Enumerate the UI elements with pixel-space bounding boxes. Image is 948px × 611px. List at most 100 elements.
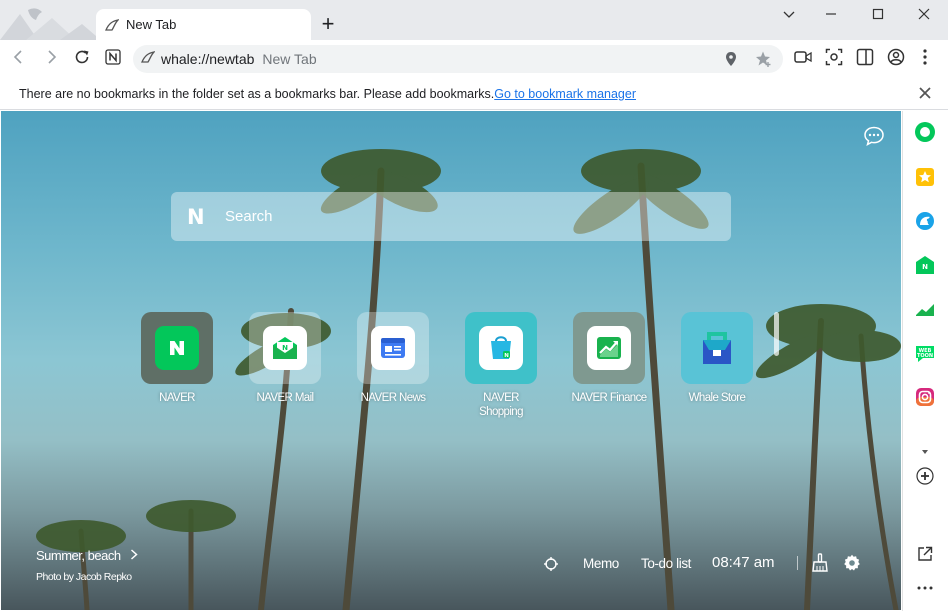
minimize-button[interactable]: [808, 0, 854, 32]
divider: [797, 556, 798, 570]
shortcut-label: Whale Store: [688, 392, 746, 404]
memo-button[interactable]: Memo: [583, 556, 619, 571]
chevron-down-icon: [782, 7, 796, 26]
back-button[interactable]: [7, 47, 31, 71]
news-icon: [371, 326, 415, 370]
close-icon: [918, 7, 930, 25]
caret-down-icon: [921, 442, 929, 460]
sidebar-favorites-button[interactable]: [914, 167, 936, 192]
title-bar: New Tab +: [0, 0, 948, 40]
shopping-icon: N: [479, 326, 523, 370]
naver-mail-icon: N: [915, 255, 935, 280]
forward-arrow-icon: [43, 49, 59, 70]
sidebar-instagram-button[interactable]: [914, 387, 936, 412]
new-tab-button[interactable]: +: [316, 13, 340, 37]
shortcut-label: NAVER Shopping: [479, 392, 523, 418]
shortcut-whale-store[interactable]: Whale Store: [663, 312, 771, 405]
toolbar: whale://newtab New Tab: [0, 40, 948, 78]
chat-bubble-button[interactable]: [863, 125, 885, 147]
mail-icon: N: [263, 326, 307, 370]
bookmark-star-icon[interactable]: [755, 50, 773, 73]
brush-icon[interactable]: [812, 553, 828, 578]
forward-button[interactable]: [39, 47, 63, 71]
shortcut-naver[interactable]: NAVER: [123, 312, 231, 405]
sidebar-open-external-button[interactable]: [914, 545, 936, 567]
tab-title: New Tab: [126, 17, 177, 32]
tab-new-tab[interactable]: New Tab: [96, 9, 311, 40]
video-icon: [794, 49, 812, 70]
shortcut-scrollbar[interactable]: [774, 312, 779, 356]
new-tab-page: N Search NAVER N NAVER Mail NAVER News N…: [1, 111, 901, 610]
tile-background: [141, 312, 213, 384]
finance-icon: [587, 326, 631, 370]
location-pin-icon[interactable]: [724, 51, 738, 72]
address-bar[interactable]: whale://newtab New Tab: [133, 45, 783, 73]
instagram-icon: [915, 387, 935, 412]
shortcut-naver-news[interactable]: NAVER News: [339, 312, 447, 405]
sidebar-expand-button[interactable]: [914, 440, 936, 462]
settings-gear-icon[interactable]: [843, 554, 861, 577]
close-window-button[interactable]: [901, 0, 947, 32]
naver-home-button[interactable]: [101, 47, 125, 71]
reload-icon: [73, 48, 91, 71]
maximize-button[interactable]: [855, 0, 901, 32]
sidebar-toggle-button[interactable]: [853, 47, 877, 71]
sidebar-translate-button[interactable]: [914, 211, 936, 234]
clock: 08:47 am: [712, 554, 775, 571]
shortcut-naver-mail[interactable]: N NAVER Mail: [231, 312, 339, 405]
sidebar-webtoon-button[interactable]: WEB TOON: [914, 344, 936, 366]
bookmark-manager-link[interactable]: Go to bookmark manager: [494, 87, 636, 101]
video-capture-button[interactable]: [791, 47, 815, 71]
whale-tab-icon: [104, 17, 120, 33]
external-link-icon: [917, 546, 933, 567]
svg-text:N: N: [922, 263, 928, 271]
search-placeholder: Search: [225, 208, 273, 225]
sidebar-more-button[interactable]: [914, 575, 936, 597]
shortcut-naver-shopping[interactable]: N NAVER Shopping: [447, 312, 555, 419]
page-title-text: New Tab: [262, 51, 317, 67]
minimize-icon: [825, 7, 837, 25]
bookmarks-empty-message: There are no bookmarks in the folder set…: [19, 86, 495, 101]
whale-logo-decoration: [0, 0, 96, 40]
reload-button[interactable]: [70, 47, 94, 71]
photo-title-link[interactable]: Summer, beach: [36, 548, 138, 563]
plus-circle-icon: [916, 466, 934, 490]
whale-page-icon: [141, 50, 156, 69]
more-vertical-icon: [922, 48, 928, 71]
tab-search-button[interactable]: [766, 0, 812, 32]
menu-button[interactable]: [913, 47, 937, 71]
maximize-icon: [872, 7, 884, 25]
back-arrow-icon: [11, 49, 27, 70]
sidebar-finance-button[interactable]: [914, 300, 936, 322]
sidebar-add-button[interactable]: [914, 466, 936, 490]
sidebar-green-dot-button[interactable]: [914, 121, 936, 148]
todo-list-button[interactable]: To-do list: [641, 556, 691, 571]
photo-title: Summer, beach: [36, 548, 121, 563]
tile-background: N: [465, 312, 537, 384]
shortcut-label: NAVER: [159, 392, 195, 404]
shortcut-label: NAVER Mail: [256, 392, 314, 404]
location-target-icon[interactable]: [544, 557, 558, 576]
green-circle-icon: [914, 121, 936, 148]
star-bookmark-icon: [915, 167, 935, 192]
naver-n-icon: [105, 48, 121, 70]
whale-sidebar: N WEB TOON: [902, 111, 948, 611]
webtoon-icon: WEB TOON: [914, 343, 936, 368]
profile-button[interactable]: [884, 47, 908, 71]
svg-text:N: N: [504, 353, 509, 359]
naver-logo: N: [187, 204, 205, 229]
svg-text:N: N: [282, 344, 288, 352]
chevron-right-icon: [130, 548, 138, 563]
naver-icon: [155, 326, 199, 370]
chat-bubble-icon: [863, 126, 885, 151]
close-icon[interactable]: [918, 86, 934, 102]
split-view-icon: [856, 48, 874, 71]
screen-capture-button[interactable]: [822, 47, 846, 71]
tile-background: [357, 312, 429, 384]
shortcut-naver-finance[interactable]: NAVER Finance: [555, 312, 663, 405]
sidebar-mail-button[interactable]: N: [914, 255, 936, 280]
store-icon: [681, 312, 753, 384]
more-horizontal-icon: [917, 577, 933, 595]
svg-text:TOON: TOON: [917, 353, 933, 359]
search-box[interactable]: N Search: [171, 192, 731, 241]
